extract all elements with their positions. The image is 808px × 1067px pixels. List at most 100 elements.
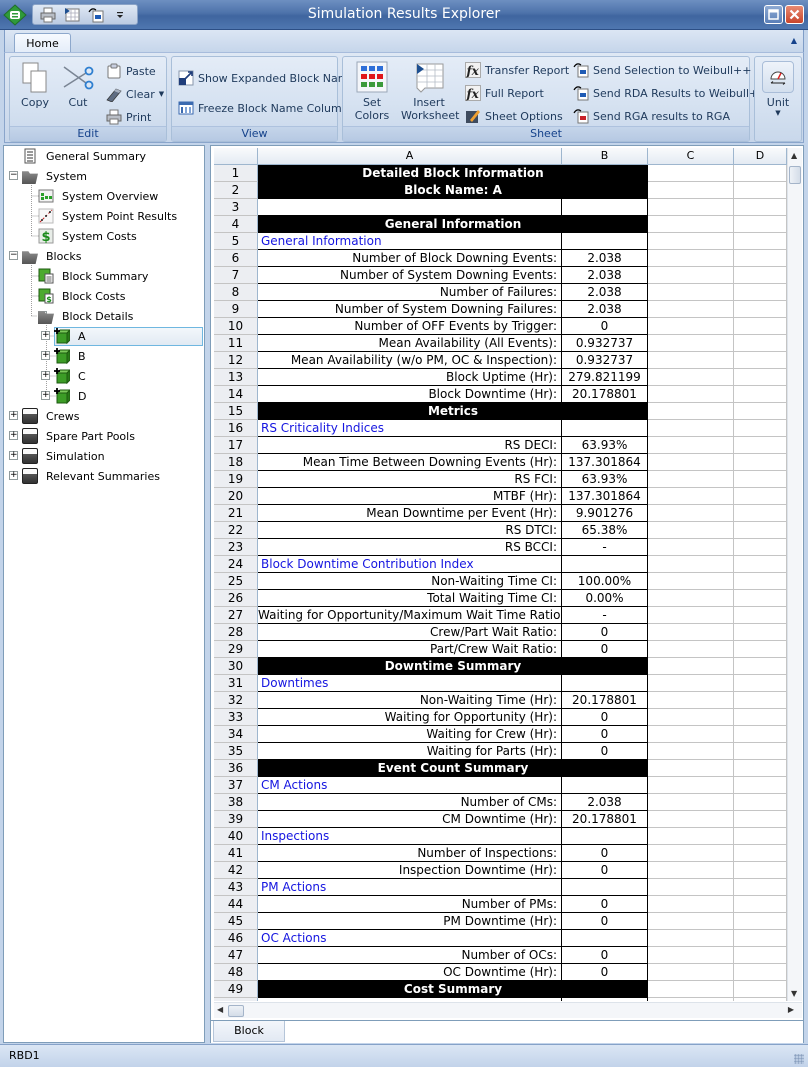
section-header-cell[interactable]: Detailed Block Information: [258, 165, 648, 182]
value-cell[interactable]: 63.93%: [562, 471, 648, 488]
empty-cell-d[interactable]: [734, 658, 787, 675]
empty-cell-d[interactable]: [734, 930, 787, 947]
empty-cell-d[interactable]: [734, 624, 787, 641]
empty-cell-c[interactable]: [648, 522, 734, 539]
label-cell[interactable]: Mean Downtime per Event (Hr):: [258, 505, 562, 522]
label-cell[interactable]: Number of Block Downing Events:: [258, 250, 562, 267]
value-cell[interactable]: 0.932737: [562, 335, 648, 352]
label-cell[interactable]: Number of CMs:: [258, 794, 562, 811]
show-expanded-block-name-button[interactable]: Show Expanded Block Name: [178, 68, 355, 88]
simulation-expand-toggle[interactable]: +: [9, 451, 18, 460]
empty-cell-d[interactable]: [734, 403, 787, 420]
empty-cell-c[interactable]: [648, 539, 734, 556]
empty-cell-d[interactable]: [734, 301, 787, 318]
empty-cell-c[interactable]: [648, 930, 734, 947]
send-selection-to-weibull-button[interactable]: Send Selection to Weibull++: [573, 60, 752, 80]
value-cell[interactable]: [562, 930, 648, 947]
empty-cell-d[interactable]: [734, 845, 787, 862]
crews-expand-toggle[interactable]: +: [9, 411, 18, 420]
label-cell[interactable]: Mean Availability (w/o PM, OC & Inspecti…: [258, 352, 562, 369]
label-cell[interactable]: Number of OFF Events by Trigger:: [258, 318, 562, 335]
paste-button[interactable]: Paste: [106, 61, 156, 81]
empty-cell-d[interactable]: [734, 964, 787, 981]
row-header[interactable]: 16: [214, 420, 258, 437]
horizontal-scroll-thumb[interactable]: [228, 1005, 244, 1017]
subsection-label-cell[interactable]: Block Downtime Contribution Index: [258, 556, 562, 573]
empty-cell-d[interactable]: [734, 352, 787, 369]
value-cell[interactable]: 65.38%: [562, 522, 648, 539]
empty-cell-c[interactable]: [648, 386, 734, 403]
tree-item-block-details[interactable]: Block Details: [38, 306, 136, 326]
value-cell[interactable]: 0.932737: [562, 352, 648, 369]
value-cell[interactable]: 0: [562, 624, 648, 641]
value-cell[interactable]: 0: [562, 964, 648, 981]
empty-cell-c[interactable]: [648, 896, 734, 913]
relevant-summaries-expand-toggle[interactable]: +: [9, 471, 18, 480]
label-cell[interactable]: RS DTCI:: [258, 522, 562, 539]
empty-cell-d[interactable]: [734, 505, 787, 522]
empty-cell-d[interactable]: [734, 675, 787, 692]
empty-cell-d[interactable]: [734, 539, 787, 556]
value-cell[interactable]: 2.038: [562, 250, 648, 267]
tree-item-relevant-summaries[interactable]: Relevant Summaries: [22, 466, 163, 486]
value-cell[interactable]: 0: [562, 947, 648, 964]
empty-cell-c[interactable]: [648, 267, 734, 284]
value-cell[interactable]: [562, 998, 648, 1001]
empty-cell-d[interactable]: [734, 760, 787, 777]
value-cell[interactable]: 2.038: [562, 267, 648, 284]
tree-item-block-costs[interactable]: $ Block Costs: [38, 286, 128, 306]
empty-cell-d[interactable]: [734, 488, 787, 505]
tree-item-system[interactable]: System: [22, 166, 90, 186]
label-cell[interactable]: Number of OCs:: [258, 947, 562, 964]
value-cell[interactable]: [562, 556, 648, 573]
resize-grip-icon[interactable]: [794, 1054, 804, 1064]
block-c-expand-toggle[interactable]: +: [41, 371, 50, 380]
empty-cell-c[interactable]: [648, 318, 734, 335]
value-cell[interactable]: 20.178801: [562, 692, 648, 709]
row-header[interactable]: 29: [214, 641, 258, 658]
print-button[interactable]: Print: [106, 107, 151, 127]
label-cell[interactable]: Part/Crew Wait Ratio:: [258, 641, 562, 658]
set-colors-button[interactable]: Set Colors: [345, 61, 399, 122]
value-cell[interactable]: 100.00%: [562, 573, 648, 590]
row-header[interactable]: 35: [214, 743, 258, 760]
empty-cell-c[interactable]: [648, 811, 734, 828]
row-header[interactable]: 20: [214, 488, 258, 505]
row-header[interactable]: 28: [214, 624, 258, 641]
empty-cell-c[interactable]: [648, 913, 734, 930]
empty-cell-c[interactable]: [648, 573, 734, 590]
row-header[interactable]: 40: [214, 828, 258, 845]
value-cell[interactable]: 0.00%: [562, 590, 648, 607]
value-cell[interactable]: 0: [562, 709, 648, 726]
row-header[interactable]: 45: [214, 913, 258, 930]
tree-item-spare-part-pools[interactable]: Spare Part Pools: [22, 426, 138, 446]
row-header[interactable]: 4: [214, 216, 258, 233]
empty-cell-c[interactable]: [648, 828, 734, 845]
label-cell[interactable]: Non-Waiting Time CI:: [258, 573, 562, 590]
section-header-cell[interactable]: Downtime Summary: [258, 658, 648, 675]
row-header[interactable]: 32: [214, 692, 258, 709]
block-b-expand-toggle[interactable]: +: [41, 351, 50, 360]
empty-cell-d[interactable]: [734, 692, 787, 709]
row-header[interactable]: 22: [214, 522, 258, 539]
label-cell[interactable]: Number of System Downing Failures:: [258, 301, 562, 318]
empty-cell-d[interactable]: [734, 471, 787, 488]
spare-part-pools-expand-toggle[interactable]: +: [9, 431, 18, 440]
empty-cell-c[interactable]: [648, 454, 734, 471]
label-cell[interactable]: [258, 998, 562, 1001]
empty-cell-d[interactable]: [734, 335, 787, 352]
label-cell[interactable]: Number of System Downing Events:: [258, 267, 562, 284]
row-header[interactable]: 7: [214, 267, 258, 284]
ribbon-minimize-icon[interactable]: ▲: [791, 36, 797, 45]
label-cell[interactable]: Block Downtime (Hr):: [258, 386, 562, 403]
empty-cell-c[interactable]: [648, 709, 734, 726]
scroll-left-arrow-icon[interactable]: ◀: [217, 1005, 223, 1014]
transfer-report-button[interactable]: fx Transfer Report: [465, 60, 569, 80]
empty-cell-c[interactable]: [648, 964, 734, 981]
label-cell[interactable]: Waiting for Parts (Hr):: [258, 743, 562, 760]
label-cell[interactable]: Number of Inspections:: [258, 845, 562, 862]
row-header[interactable]: 8: [214, 284, 258, 301]
clear-dropdown-icon[interactable]: ▼: [159, 90, 164, 98]
row-header[interactable]: 27: [214, 607, 258, 624]
value-cell[interactable]: 0: [562, 913, 648, 930]
